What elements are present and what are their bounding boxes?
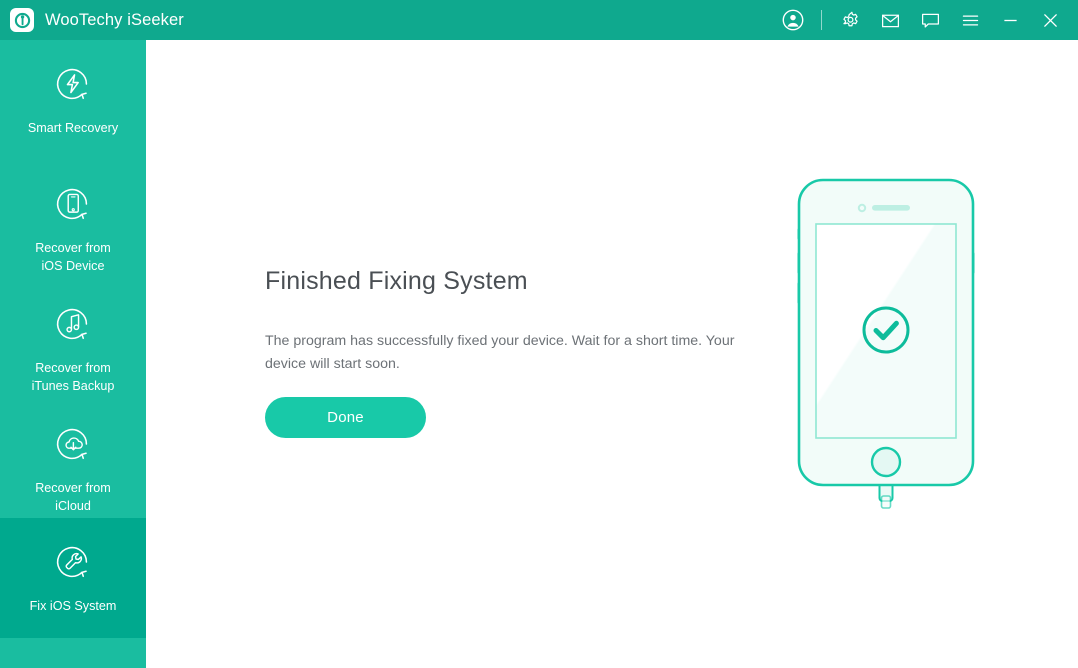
sidebar-item-label: Smart Recovery [27,121,119,135]
mail-icon[interactable] [870,0,910,40]
cloud-download-refresh-icon [49,420,97,468]
gear-icon[interactable] [830,0,870,40]
titlebar-divider [821,10,822,30]
phone-refresh-icon [49,180,97,228]
menu-icon[interactable] [950,0,990,40]
lightning-refresh-icon [49,60,97,108]
sidebar-item-label: Fix iOS System [29,599,117,613]
iphone-success-illustration [791,170,981,550]
sidebar-item-smart-recovery[interactable]: Smart Recovery [0,40,146,160]
music-refresh-icon [49,300,97,348]
sidebar-item-recover-ios-device[interactable]: Recover from iOS Device [0,160,146,280]
minimize-icon[interactable] [990,0,1030,40]
titlebar-buttons [773,0,1078,40]
sidebar: Smart Recovery Recover from iOS Device R… [0,40,146,668]
sidebar-item-label: Recover from iTunes Backup [31,361,115,393]
chat-icon[interactable] [910,0,950,40]
wrench-refresh-icon [49,538,97,586]
page-description: The program has successfully fixed your … [265,333,735,372]
wootechy-logo-icon [10,8,34,32]
sidebar-item-fix-ios-system[interactable]: Fix iOS System [0,518,146,638]
account-icon[interactable] [773,0,813,40]
close-icon[interactable] [1030,0,1070,40]
sidebar-item-recover-itunes-backup[interactable]: Recover from iTunes Backup [0,280,146,400]
sidebar-item-recover-icloud[interactable]: Recover from iCloud [0,400,146,520]
page-title: Finished Fixing System [265,267,528,295]
sidebar-item-label: Recover from iCloud [35,481,111,513]
titlebar: WooTechy iSeeker [0,0,1078,40]
app-title: WooTechy iSeeker [45,10,184,29]
sidebar-item-label: Recover from iOS Device [35,241,111,273]
main-content: Finished Fixing System The program has s… [146,40,1078,668]
app-window: WooTechy iSeeker Smart Recovery Recover … [0,0,1078,668]
done-button[interactable]: Done [265,397,426,438]
